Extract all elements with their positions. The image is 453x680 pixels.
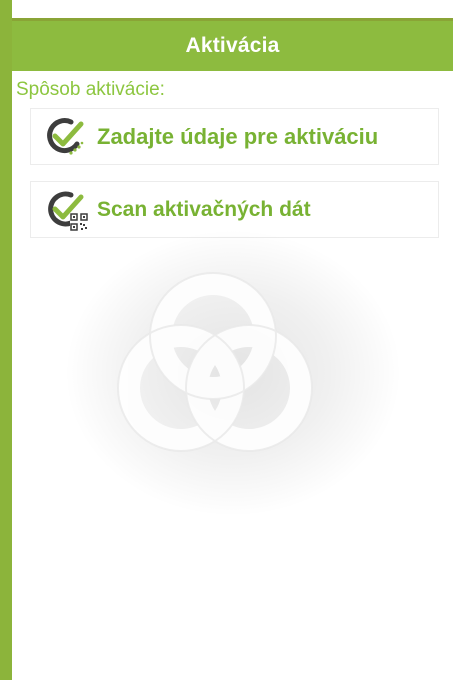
manual-activation-label: Zadajte údaje pre aktiváciu bbox=[97, 123, 379, 149]
left-edge-bar bbox=[0, 0, 12, 680]
watermark-logo bbox=[63, 228, 403, 518]
check-circle-icon bbox=[41, 114, 89, 160]
activation-method-label: Spôsob aktivácie: bbox=[16, 79, 165, 100]
manual-activation-option[interactable]: Zadajte údaje pre aktiváciu bbox=[30, 108, 439, 165]
check-qr-icon bbox=[41, 187, 89, 233]
page-title: Aktivácia bbox=[185, 34, 280, 57]
app-screen: Aktivácia Spôsob aktivácie: Zadajte údaj… bbox=[0, 0, 453, 680]
app-header: Aktivácia bbox=[12, 21, 453, 71]
status-area bbox=[0, 0, 453, 18]
scan-activation-label: Scan aktivačných dát bbox=[97, 197, 311, 221]
